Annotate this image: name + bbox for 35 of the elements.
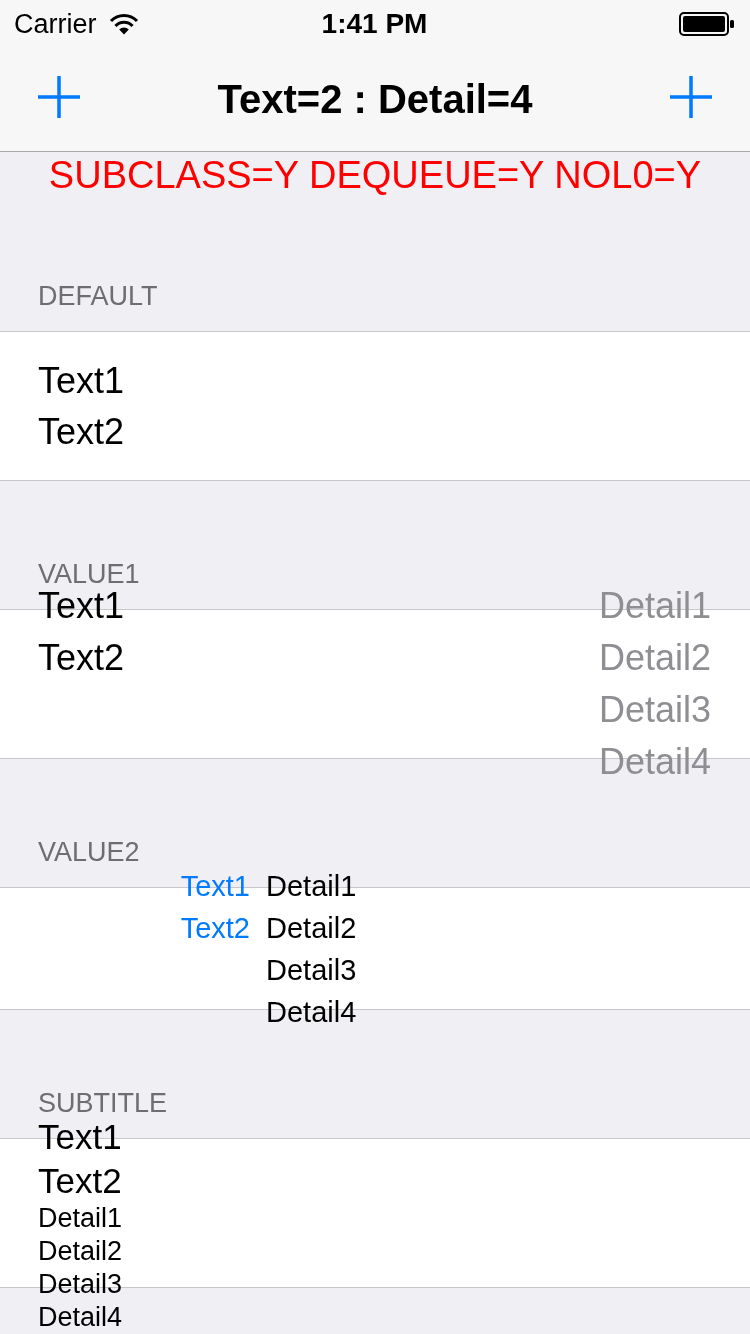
cell-title: Text1 bbox=[38, 361, 125, 400]
cell-title: Text1 bbox=[180, 869, 250, 902]
nav-title: Text=2 : Detail=4 bbox=[217, 76, 533, 122]
section-header: VALUE1 bbox=[38, 562, 140, 586]
battery-icon bbox=[679, 12, 735, 36]
add-button[interactable] bbox=[38, 75, 80, 118]
cell-title: Text1 bbox=[38, 587, 125, 625]
cell-detail: Detail3 bbox=[598, 691, 711, 729]
cell-detail: Detail2 bbox=[598, 639, 711, 677]
cell-detail: Detail2 bbox=[38, 1237, 123, 1265]
section-header: DEFAULT bbox=[38, 284, 158, 308]
cell-title: Text2 bbox=[38, 412, 125, 451]
cell-title: Text2 bbox=[38, 639, 125, 677]
flags-text: SUBCLASS=Y DEQUEUE=Y NOL0=Y bbox=[47, 154, 703, 196]
cell-detail: Detail4 bbox=[598, 743, 711, 781]
cell-detail: Detail4 bbox=[38, 1303, 123, 1331]
wifi-icon bbox=[108, 13, 139, 35]
cell-detail: Detail3 bbox=[266, 953, 357, 986]
carrier-name: Carrier bbox=[14, 9, 97, 39]
cell-title: Text2 bbox=[180, 911, 250, 944]
cell-detail: Detail1 bbox=[266, 869, 357, 902]
cell-title: Text2 bbox=[38, 1162, 123, 1200]
status-time: 1:41 PM bbox=[321, 9, 428, 39]
cell-detail: Detail1 bbox=[38, 1204, 123, 1232]
add-button[interactable] bbox=[670, 75, 712, 118]
cell-detail: Detail2 bbox=[266, 911, 357, 944]
section-header: VALUE2 bbox=[38, 840, 140, 864]
plus-icon bbox=[670, 75, 712, 118]
cell-detail: Detail3 bbox=[38, 1270, 123, 1298]
cell-background[interactable] bbox=[0, 331, 750, 481]
section-header: SUBTITLE bbox=[38, 1091, 168, 1115]
cell-detail: Detail4 bbox=[266, 995, 357, 1028]
cell-detail: Detail1 bbox=[598, 587, 711, 625]
plus-icon bbox=[38, 75, 80, 118]
cell-title: Text1 bbox=[38, 1118, 123, 1156]
